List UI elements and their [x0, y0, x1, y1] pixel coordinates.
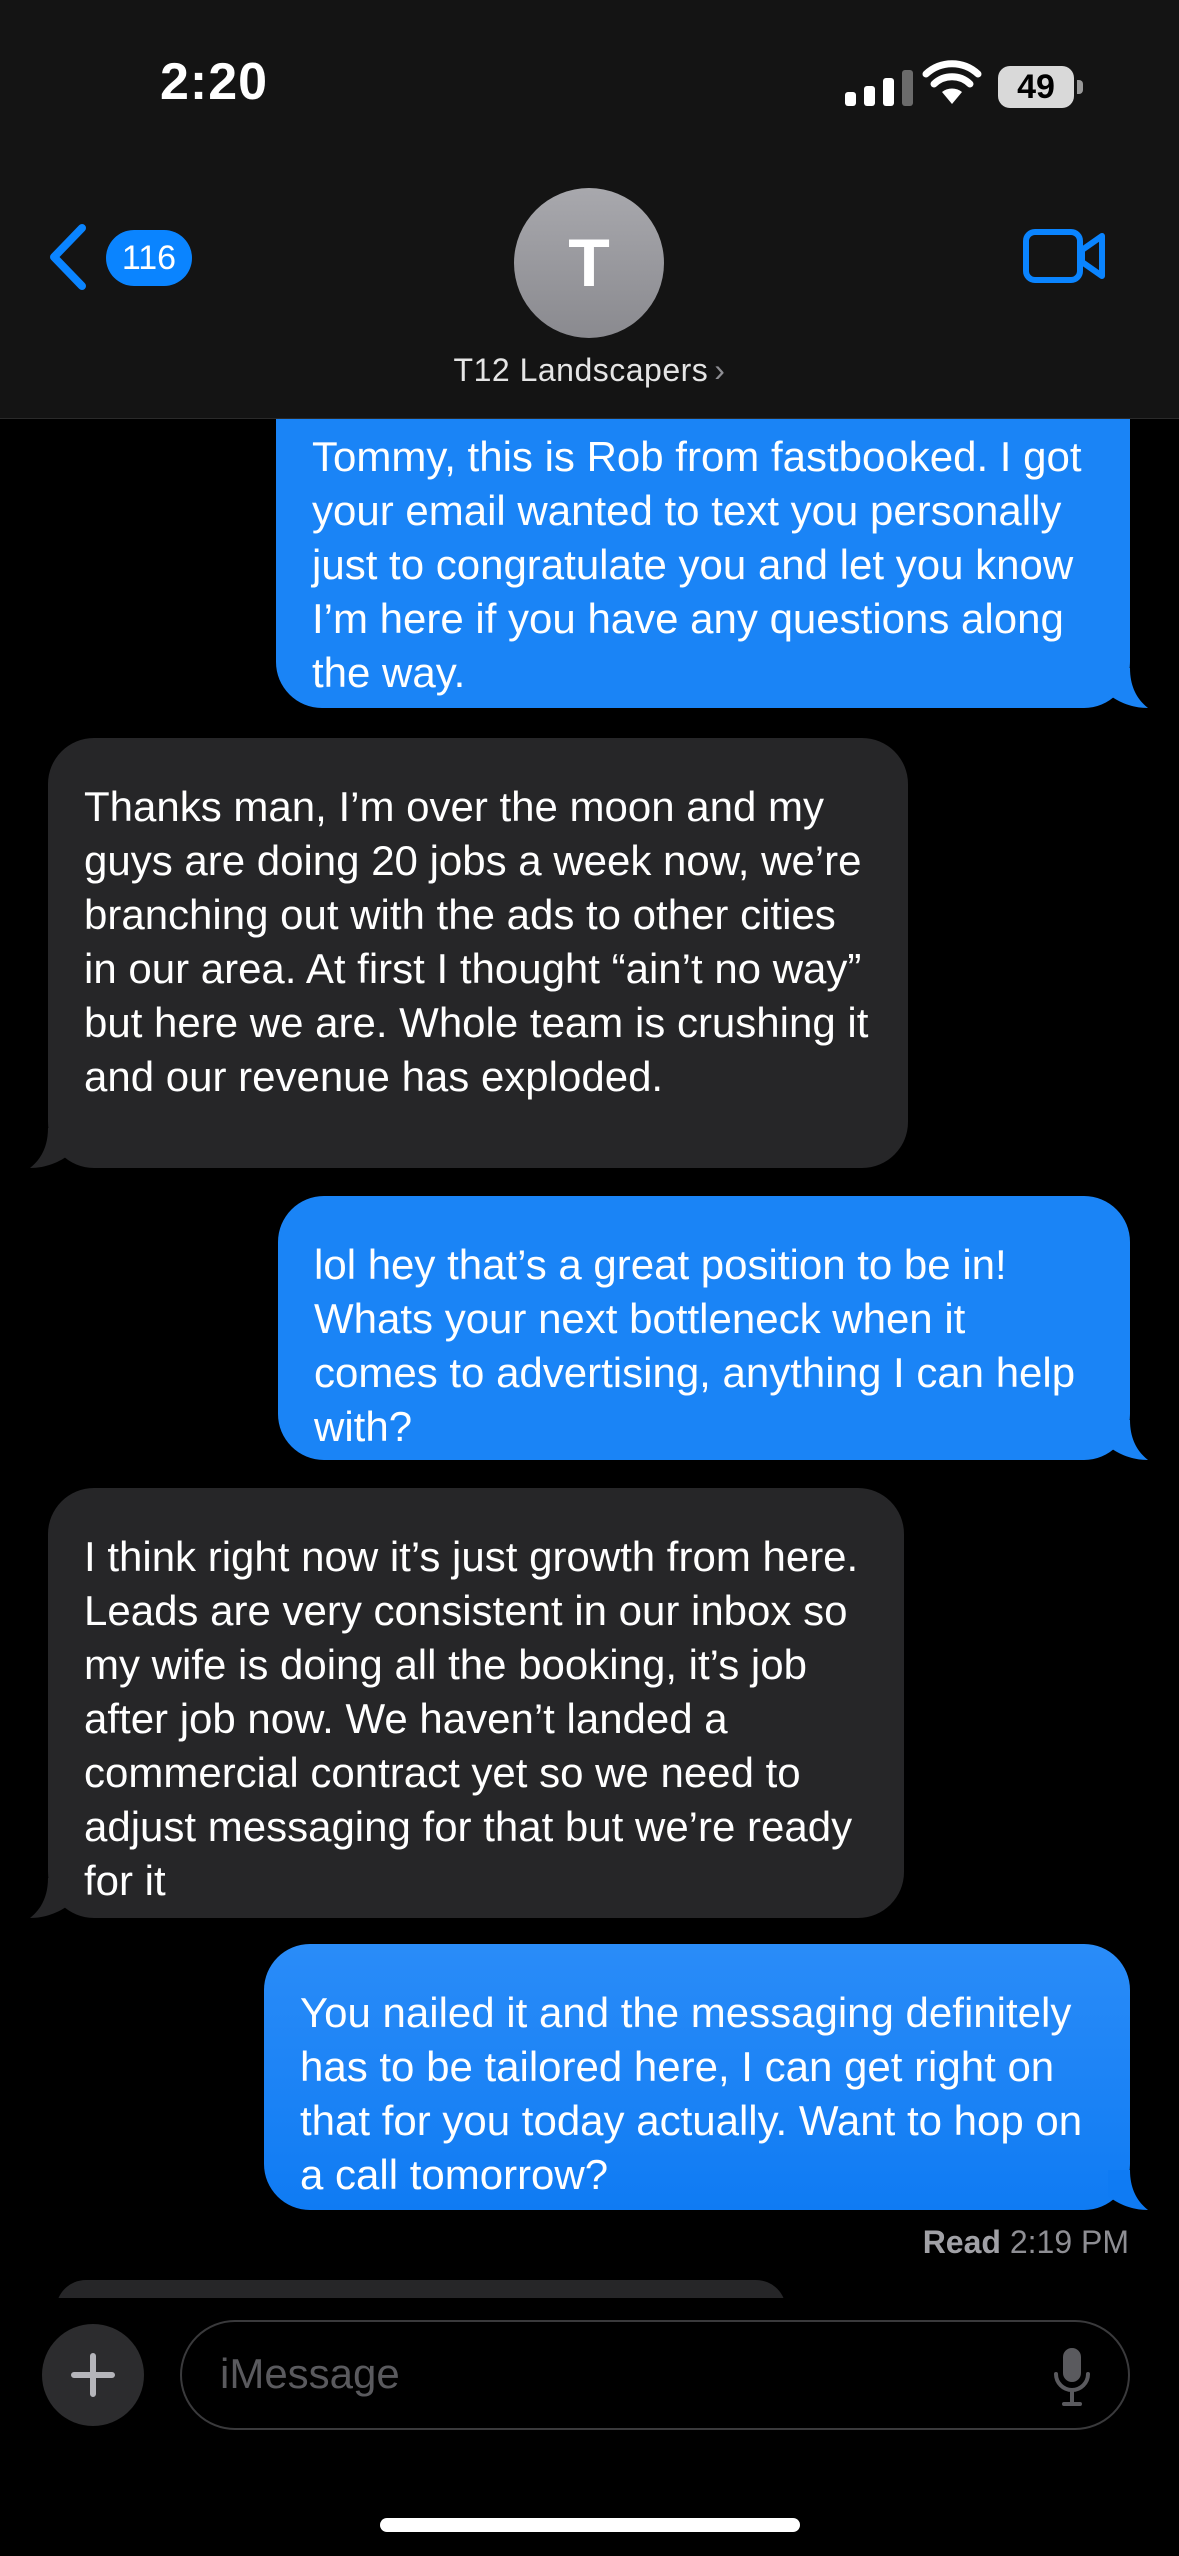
- read-time: 2:19 PM: [1009, 2224, 1129, 2260]
- outgoing-message[interactable]: Tommy, this is Rob from fastbooked. I go…: [276, 418, 1130, 708]
- back-chevron-icon[interactable]: [44, 222, 92, 292]
- message-text: lol hey that’s a great position to be in…: [314, 1241, 1076, 1450]
- home-indicator[interactable]: [380, 2518, 800, 2532]
- status-time: 2:20: [160, 53, 269, 111]
- message-input-placeholder: iMessage: [220, 2350, 400, 2397]
- message-thread[interactable]: Tommy, this is Rob from fastbooked. I go…: [0, 418, 1179, 2298]
- contact-name[interactable]: T12 Landscapers ›: [0, 352, 1179, 389]
- outgoing-tail: [1108, 2170, 1148, 2210]
- outgoing-tail: [1108, 668, 1148, 708]
- incoming-message-partial: [56, 2280, 786, 2298]
- contact-name-label: T12 Landscapers: [453, 352, 709, 388]
- message-text: I think right now it’s just growth from …: [84, 1533, 859, 1904]
- conversation-header: 2:20 49 116 T T12 Landscapers ›: [0, 0, 1179, 419]
- video-camera-icon[interactable]: [1022, 226, 1106, 286]
- signal-icon: [845, 70, 913, 106]
- contact-avatar[interactable]: T: [514, 188, 664, 338]
- incoming-message[interactable]: I think right now it’s just growth from …: [48, 1488, 904, 1918]
- read-label: Read: [922, 2224, 1001, 2260]
- message-text: You nailed it and the messaging definite…: [300, 1989, 1083, 2198]
- chevron-right-icon: ›: [714, 352, 726, 388]
- battery-icon: 49: [998, 66, 1074, 108]
- message-input[interactable]: iMessage: [180, 2320, 1130, 2430]
- microphone-icon[interactable]: [1052, 2346, 1092, 2408]
- outgoing-message[interactable]: lol hey that’s a great position to be in…: [278, 1196, 1130, 1460]
- plus-icon: [71, 2353, 115, 2397]
- message-text: Tommy, this is Rob from fastbooked. I go…: [312, 433, 1082, 696]
- outgoing-tail: [1108, 1420, 1148, 1460]
- back-unread-count[interactable]: 116: [106, 230, 192, 286]
- incoming-tail: [30, 1878, 70, 1918]
- read-receipt: Read 2:19 PM: [923, 2224, 1129, 2261]
- outgoing-message[interactable]: You nailed it and the messaging definite…: [264, 1944, 1130, 2210]
- incoming-message[interactable]: Thanks man, I’m over the moon and my guy…: [48, 738, 908, 1168]
- composer-bar: iMessage: [0, 2298, 1179, 2556]
- battery-nub: [1077, 80, 1083, 94]
- plus-button[interactable]: [42, 2324, 144, 2426]
- incoming-tail: [30, 1128, 70, 1168]
- wifi-icon: [922, 60, 982, 104]
- message-text: Thanks man, I’m over the moon and my guy…: [84, 783, 869, 1100]
